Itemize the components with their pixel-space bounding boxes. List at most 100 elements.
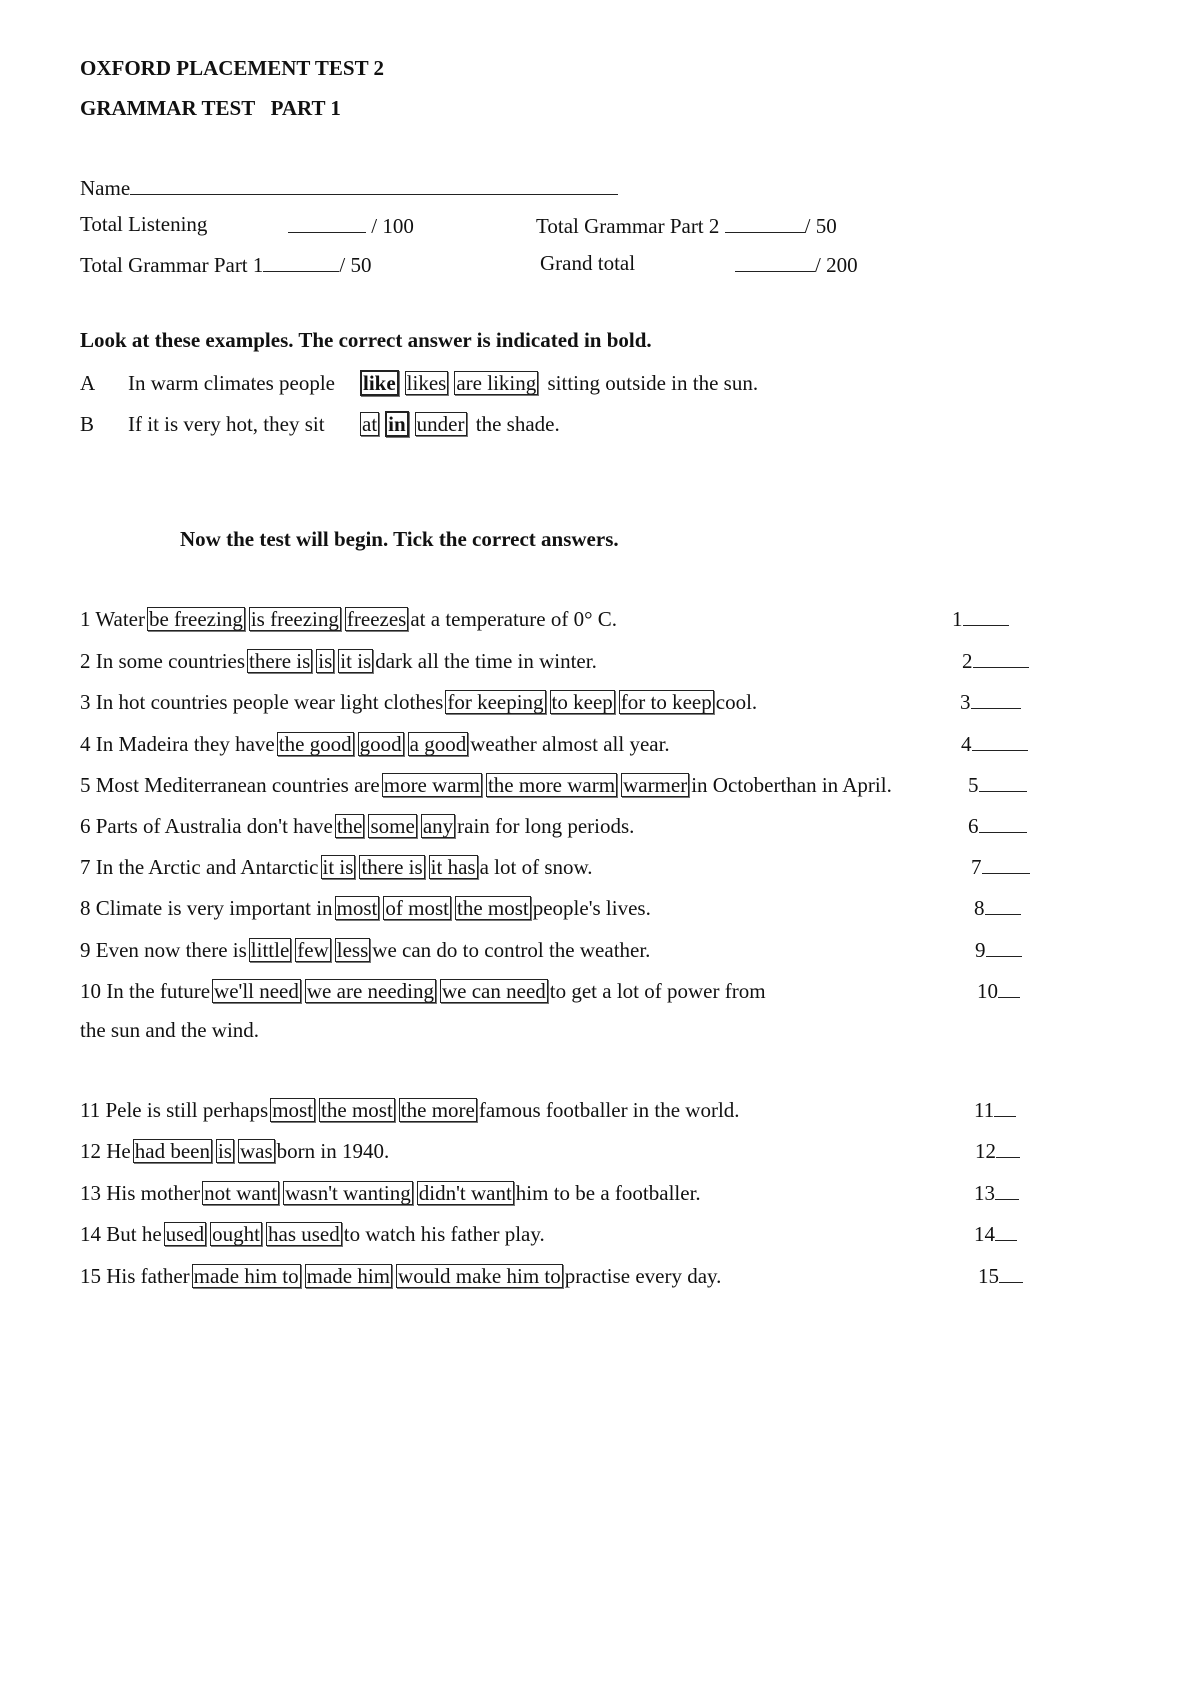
answer-blank-field[interactable]: 9 — [975, 938, 1022, 961]
example-option[interactable]: like — [360, 370, 399, 397]
answer-blank-line[interactable] — [978, 773, 1027, 792]
answer-option[interactable]: to keep — [549, 690, 615, 715]
answer-blank-line[interactable] — [962, 607, 1009, 626]
answer-option[interactable]: used — [163, 1222, 207, 1247]
answer-option[interactable]: not want — [202, 1181, 280, 1206]
answer-option[interactable]: we'll need — [212, 979, 301, 1004]
answer-option[interactable]: for to keep — [618, 690, 714, 715]
answer-blank-field[interactable]: 7 — [971, 855, 1030, 878]
answer-blank-line[interactable] — [984, 896, 1021, 915]
answer-option[interactable]: good — [357, 732, 404, 757]
answer-blank-line[interactable] — [996, 1139, 1020, 1158]
answer-option[interactable]: the most — [454, 896, 531, 921]
answer-option[interactable]: we can need — [440, 979, 548, 1004]
question-ending: we can do to control the weather. — [372, 938, 651, 962]
answer-option[interactable]: wasn't wanting — [283, 1181, 413, 1206]
answer-blank-field[interactable]: 14 — [974, 1222, 1017, 1245]
answer-option[interactable]: the — [334, 814, 365, 839]
answer-option[interactable]: be freezing — [146, 607, 245, 632]
answer-blank-line[interactable] — [970, 690, 1021, 709]
answer-option[interactable]: any — [420, 814, 456, 839]
example-ending: sitting outside in the sun. — [547, 371, 759, 395]
example-option[interactable]: under — [414, 412, 467, 437]
answer-option[interactable]: some — [368, 814, 417, 839]
grammar1-score-blank[interactable] — [263, 253, 340, 272]
answer-option[interactable]: less — [334, 938, 371, 963]
answer-blank-field[interactable]: 2 — [962, 649, 1029, 672]
answer-blank-field[interactable]: 5 — [968, 773, 1027, 796]
answer-option[interactable]: made him to — [191, 1264, 301, 1289]
answer-option[interactable]: it has — [428, 855, 478, 880]
grand-total-field[interactable]: / 200 — [735, 253, 858, 276]
answer-option[interactable]: freezes — [344, 607, 409, 632]
question-prompt: 12 He — [80, 1139, 131, 1163]
name-blank[interactable] — [130, 176, 619, 195]
example-option[interactable]: likes — [404, 371, 449, 396]
answer-option[interactable]: is freezing — [248, 607, 341, 632]
answer-blank-line[interactable] — [971, 732, 1028, 751]
answer-option[interactable]: has used — [266, 1222, 342, 1247]
grammar2-score-blank[interactable] — [724, 214, 805, 233]
answer-option[interactable]: it is — [338, 649, 374, 674]
answer-option[interactable]: little — [248, 938, 292, 963]
answer-option[interactable]: didn't want — [416, 1181, 514, 1206]
answer-option[interactable]: the more — [398, 1098, 477, 1123]
listening-score-field[interactable]: / 100 — [288, 214, 414, 237]
question-row: 5 Most Mediterranean countries are more w… — [80, 773, 892, 798]
answer-blank-line[interactable] — [998, 979, 1020, 998]
answer-option[interactable]: the good — [276, 732, 354, 757]
answer-blank-field[interactable]: 8 — [974, 896, 1021, 919]
answer-option[interactable]: was — [237, 1139, 275, 1164]
answer-blank-field[interactable]: 11 — [974, 1098, 1017, 1121]
answer-blank-field[interactable]: 15 — [978, 1264, 1023, 1287]
answer-option[interactable]: warmer — [621, 773, 690, 798]
answer-option[interactable]: few — [295, 938, 331, 963]
answer-option[interactable]: would make him to — [396, 1264, 563, 1289]
grammar1-score-field[interactable]: Total Grammar Part 1 / 50 — [80, 253, 372, 276]
name-field[interactable]: Name — [80, 176, 619, 199]
answer-blank-line[interactable] — [972, 649, 1029, 668]
grammar1-score-label: Total Grammar Part 1 — [80, 253, 264, 277]
answer-option[interactable]: most — [334, 896, 380, 921]
answer-blank-line[interactable] — [981, 855, 1030, 874]
answer-blank-field[interactable]: 10 — [977, 979, 1020, 1002]
answer-option[interactable]: is — [316, 649, 335, 674]
answer-blank-line[interactable] — [994, 1098, 1017, 1117]
example-option[interactable]: in — [385, 411, 409, 438]
answer-blank-field[interactable]: 3 — [960, 690, 1021, 713]
answer-option[interactable]: we are needing — [304, 979, 436, 1004]
example-option[interactable]: are liking — [454, 371, 539, 396]
example-prompt: If it is very hot, they sit — [128, 412, 325, 436]
answer-option[interactable]: a good — [407, 732, 469, 757]
answer-option[interactable]: the more warm — [485, 773, 618, 798]
answer-blank-field[interactable]: 12 — [975, 1139, 1020, 1162]
answer-blank-field[interactable]: 13 — [974, 1181, 1019, 1204]
question-row: 8 Climate is very important in most of mos… — [80, 896, 651, 921]
answer-blank-field[interactable]: 4 — [961, 732, 1028, 755]
answer-option[interactable]: it is — [320, 855, 356, 880]
answer-option[interactable]: more warm — [381, 773, 482, 798]
answer-blank-line[interactable] — [999, 1264, 1023, 1283]
answer-option[interactable]: the most — [319, 1098, 395, 1123]
example-row: B If it is very hot, they sit at in under th… — [80, 411, 560, 438]
example-option[interactable]: at — [360, 412, 380, 437]
answer-blank-line[interactable] — [978, 814, 1027, 833]
grammar2-score-field[interactable]: Total Grammar Part 2 / 50 — [536, 214, 837, 237]
answer-blank-field[interactable]: 6 — [968, 814, 1027, 837]
answer-option[interactable]: had been — [132, 1139, 212, 1164]
answer-option[interactable]: there is — [247, 649, 313, 674]
answer-blank-line[interactable] — [985, 938, 1022, 957]
answer-blank-line[interactable] — [995, 1181, 1019, 1200]
answer-option[interactable]: of most — [383, 896, 451, 921]
answer-option[interactable]: is — [215, 1139, 234, 1164]
question-row: 9 Even now there is little few less we can d… — [80, 938, 651, 963]
answer-option[interactable]: made him — [304, 1264, 393, 1289]
answer-option[interactable]: ought — [210, 1222, 263, 1247]
answer-blank-line[interactable] — [995, 1222, 1017, 1241]
answer-option[interactable]: there is — [359, 855, 425, 880]
answer-option[interactable]: most — [270, 1098, 316, 1123]
answer-blank-field[interactable]: 1 — [952, 607, 1009, 630]
answer-option[interactable]: for keeping — [445, 690, 546, 715]
grand-total-blank[interactable] — [735, 253, 815, 272]
listening-score-blank[interactable] — [288, 214, 366, 233]
